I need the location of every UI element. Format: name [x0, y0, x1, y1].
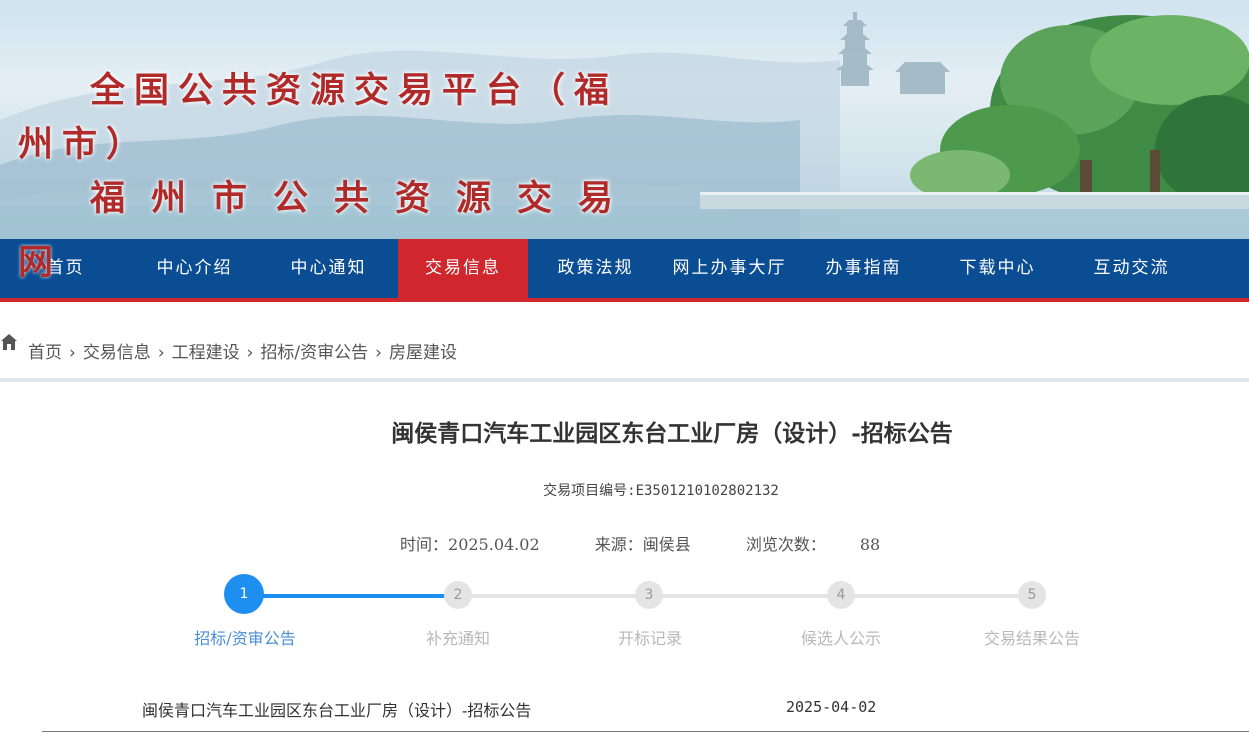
step-5-label[interactable]: 交易结果公告: [952, 625, 1112, 649]
breadcrumb-divider: [0, 378, 1249, 382]
process-steps: 1 2 3 4 5 招标/资审公告 补充通知 开标记录 候选人公示 交易结果公告: [0, 574, 1249, 654]
banner-title: 全国公共资源交易平台（福州市）: [18, 70, 619, 165]
notice-link[interactable]: 闽侯青口汽车工业园区东台工业厂房（设计）-招标公告: [142, 697, 531, 721]
step-2-dot[interactable]: 2: [444, 581, 472, 609]
article-title: 闽侯青口汽车工业园区东台工业厂房（设计）-招标公告: [391, 420, 953, 447]
breadcrumb-item-housing[interactable]: 房屋建设: [389, 343, 457, 363]
nav-item-trade-info[interactable]: 交易信息: [398, 239, 528, 298]
article-meta: 时间：2025.04.02 来源：闽侯县 浏览次数： 88: [400, 531, 930, 555]
main-nav: 首页 中心介绍 中心通知 交易信息 政策法规 网上办事大厅 办事指南 下载中心 …: [0, 239, 1249, 302]
banner-subtitle-overflow: 网: [18, 242, 54, 283]
breadcrumb-item-trade-info[interactable]: 交易信息: [83, 343, 151, 363]
step-3-label[interactable]: 开标记录: [570, 625, 730, 649]
breadcrumb-item-bidding-notice[interactable]: 招标/资审公告: [260, 343, 368, 363]
source-value: 闽侯县: [642, 535, 691, 554]
step-track-completed: [244, 594, 458, 598]
step-2-label[interactable]: 补充通知: [378, 625, 538, 649]
step-4-label[interactable]: 候选人公示: [761, 625, 921, 649]
source-label: 来源：: [594, 535, 643, 554]
step-5-dot[interactable]: 5: [1018, 581, 1046, 609]
nav-item-center-intro[interactable]: 中心介绍: [129, 239, 260, 298]
step-1-dot[interactable]: 1: [224, 574, 264, 614]
breadcrumb-separator: ›: [375, 343, 382, 363]
header-banner: 全国公共资源交易平台（福州市） 福州市公共资源交易: [0, 0, 1249, 239]
views-value: 88: [859, 535, 881, 554]
views-label: 浏览次数：: [745, 535, 826, 554]
step-track-pending: [458, 594, 1032, 598]
step-4-dot[interactable]: 4: [827, 581, 855, 609]
nav-item-download[interactable]: 下载中心: [932, 239, 1063, 298]
step-3-dot[interactable]: 3: [635, 581, 663, 609]
list-item: 闽侯青口汽车工业园区东台工业厂房（设计）-招标公告 2025-04-02: [42, 690, 1249, 732]
nav-item-policy[interactable]: 政策法规: [530, 239, 661, 298]
time-label: 时间：: [400, 535, 449, 554]
breadcrumb-separator: ›: [69, 343, 76, 363]
nav-item-interaction[interactable]: 互动交流: [1066, 239, 1197, 298]
step-1-label[interactable]: 招标/资审公告: [165, 625, 325, 649]
breadcrumb-item-home[interactable]: 首页: [28, 343, 62, 363]
project-code: 交易项目编号:E3501210102802132: [543, 483, 779, 499]
time-value: 2025.04.02: [448, 535, 540, 554]
nav-item-center-notice[interactable]: 中心通知: [263, 239, 394, 298]
breadcrumb-separator: ›: [246, 343, 254, 363]
breadcrumb-separator: ›: [157, 343, 165, 363]
home-icon[interactable]: [0, 333, 18, 351]
banner-subtitle: 福州市公共资源交易: [90, 178, 640, 219]
notice-date: 2025-04-02: [786, 698, 877, 716]
nav-item-online-hall[interactable]: 网上办事大厅: [664, 239, 795, 298]
breadcrumb: 首页 › 交易信息 › 工程建设 › 招标/资审公告 › 房屋建设: [0, 330, 1249, 370]
nav-item-guide[interactable]: 办事指南: [798, 239, 929, 298]
breadcrumb-item-construction[interactable]: 工程建设: [172, 343, 240, 363]
